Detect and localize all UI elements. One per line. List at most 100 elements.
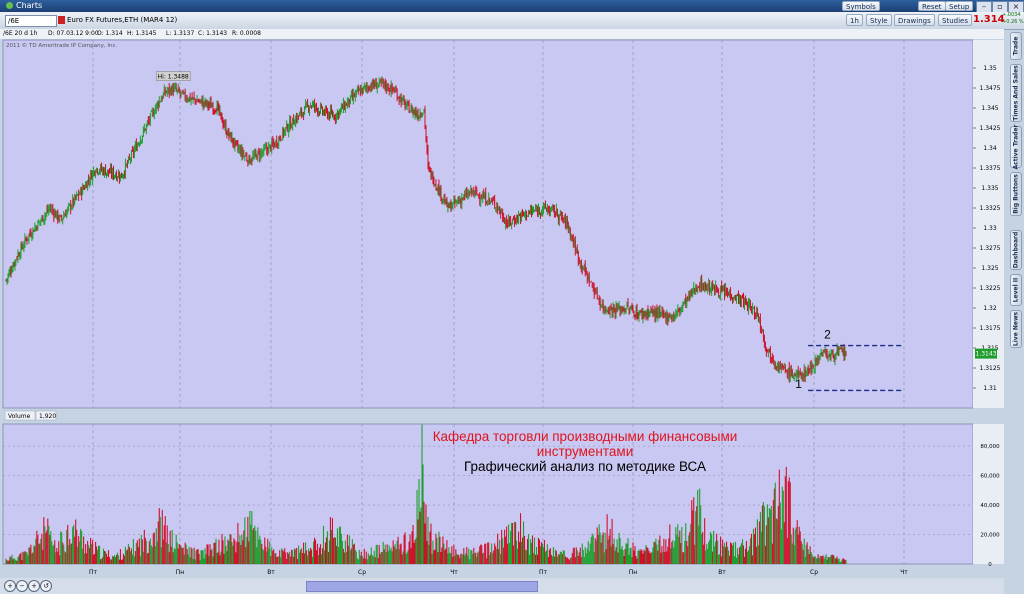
side-tab-times-and-sales[interactable]: Times And Sales <box>1010 64 1022 122</box>
side-tab-label: Big Buttons <box>1012 174 1020 214</box>
candle-body <box>694 288 696 292</box>
candle-body <box>269 144 271 146</box>
candle-body <box>583 265 585 271</box>
candle-body <box>751 308 752 313</box>
candle-body <box>616 306 618 311</box>
candle-body <box>297 114 299 122</box>
side-tab-live-news[interactable]: Live News <box>1010 310 1022 348</box>
candle-body <box>416 114 418 116</box>
candle-body <box>216 104 218 114</box>
x-tick-label: Ср <box>810 569 818 576</box>
candle-body <box>651 308 653 313</box>
candle-body <box>264 147 266 149</box>
candle-body <box>627 303 629 307</box>
overlay-title-line1: Кафедра торговли производными финансовым… <box>432 429 738 444</box>
candle-body <box>650 310 652 312</box>
candle-body <box>309 107 311 111</box>
candle-body <box>165 91 167 93</box>
candle-body <box>834 358 836 360</box>
candle-body <box>152 112 154 116</box>
candle-body <box>498 207 500 209</box>
candle-body <box>453 199 455 202</box>
candle-body <box>783 366 785 368</box>
candle-body <box>231 136 233 143</box>
candle-body <box>427 149 429 166</box>
candle-body <box>283 128 285 135</box>
candle-body <box>108 169 109 173</box>
candle-body <box>323 111 324 114</box>
candle-body <box>832 349 834 357</box>
candle-body <box>599 300 601 307</box>
candle-body <box>549 210 550 214</box>
candle-body <box>791 371 793 378</box>
candle-body <box>352 93 354 100</box>
candle-body <box>789 368 791 378</box>
candle-body <box>830 353 832 357</box>
side-tab-active-trader[interactable]: Active Trader <box>1010 125 1022 169</box>
candle-body <box>752 307 753 312</box>
zoom-reset-icon[interactable]: ↺ <box>40 580 52 592</box>
candle-body <box>215 111 217 113</box>
candle-body <box>413 111 415 113</box>
side-tab-trade[interactable]: Trade <box>1010 32 1022 60</box>
candle-body <box>595 289 597 292</box>
candle-body <box>582 269 584 271</box>
net-change-value: +.0034 <box>1002 12 1021 18</box>
candle-body <box>528 213 529 215</box>
candle-body <box>95 172 97 176</box>
candle-body <box>812 365 814 368</box>
side-tab-dashboard[interactable]: Dashboard <box>1010 230 1022 270</box>
candle-body <box>206 100 208 104</box>
candle-body <box>338 111 339 117</box>
price-volume-chart[interactable]: Пт Пн Вт Ср Чт Пт Пн Вт Ср Чт1.351.34751.3451.342… <box>0 0 1004 594</box>
candle-body <box>32 228 34 235</box>
candle-body <box>676 310 678 316</box>
candle-body <box>740 296 741 304</box>
candle-body <box>397 97 399 99</box>
candle-body <box>12 265 14 271</box>
candle-body <box>33 229 35 232</box>
candle-body <box>101 166 102 171</box>
scroll-thumb[interactable] <box>306 581 538 592</box>
candle-body <box>553 205 554 208</box>
candle-body <box>807 368 809 371</box>
candle-body <box>429 168 431 170</box>
candle-body <box>613 306 615 310</box>
y-tick-label: 1.3375 <box>980 165 1001 172</box>
y-tick-label: 1.32 <box>983 305 997 312</box>
candle-body <box>584 264 586 272</box>
candle-body <box>615 305 617 315</box>
y-tick-label: 1.3275 <box>980 245 1001 252</box>
x-tick-label: Ср <box>358 569 366 576</box>
zoom-in-icon[interactable]: + <box>28 580 40 592</box>
candle-body <box>8 272 10 277</box>
y-tick-label: 1.3425 <box>980 125 1001 132</box>
candle-body <box>518 215 520 221</box>
candle-body <box>37 221 39 231</box>
candle-body <box>638 314 640 319</box>
candle-body <box>313 103 314 105</box>
candle-body <box>699 286 701 289</box>
candle-body <box>174 86 176 88</box>
candle-body <box>97 169 99 173</box>
side-tab-big-buttons[interactable]: Big Buttons <box>1010 172 1022 216</box>
zoom-out-icon[interactable]: − <box>16 580 28 592</box>
candle-body <box>598 298 600 301</box>
volume-tick-label: 60,000 <box>980 474 1000 480</box>
net-change: +.0034 +0.26 % <box>1002 12 1024 26</box>
candle-body <box>406 102 408 106</box>
pan-icon[interactable]: + <box>4 580 16 592</box>
candle-body <box>273 142 275 145</box>
side-tab-level-ii[interactable]: Level II <box>1010 274 1022 306</box>
candle-body <box>398 97 400 100</box>
candle-body <box>219 110 221 113</box>
candle-body <box>279 136 281 140</box>
candle-body <box>241 149 243 157</box>
candle-body <box>844 351 846 357</box>
candle-body <box>336 113 337 121</box>
candle-body <box>148 120 150 121</box>
candle-body <box>140 139 141 145</box>
candle-body <box>388 89 390 91</box>
candle-body <box>506 219 508 225</box>
candle-body <box>158 100 160 107</box>
